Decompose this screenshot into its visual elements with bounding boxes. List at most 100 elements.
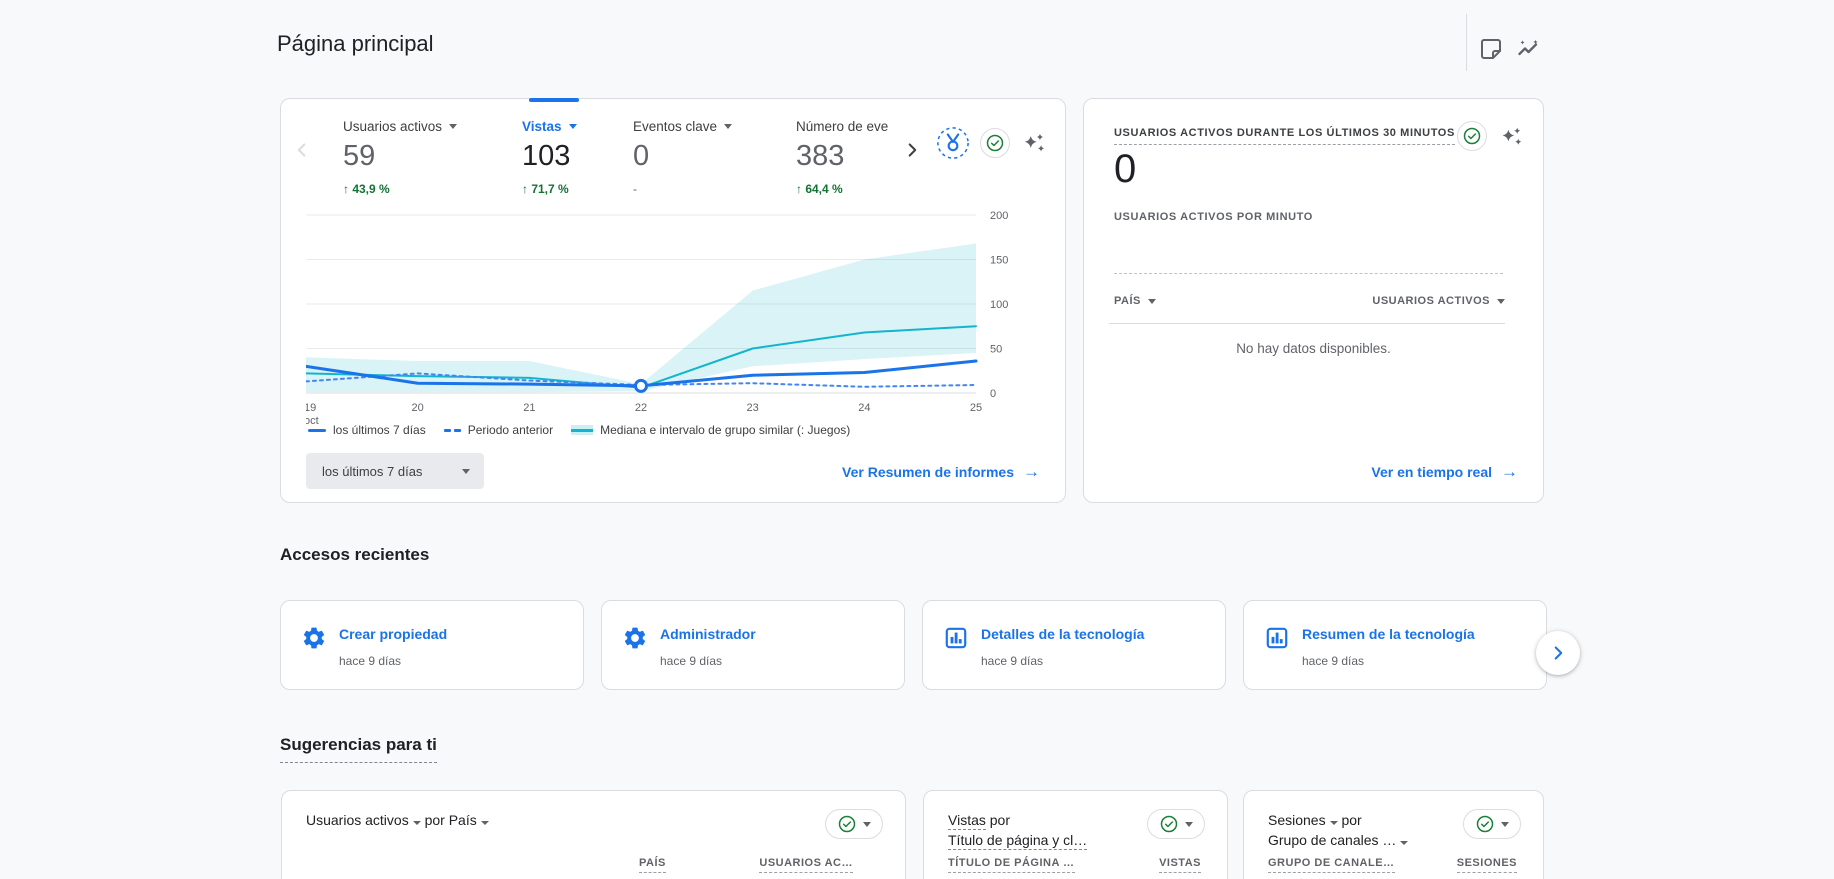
column-header[interactable]: PAÍS — [639, 857, 666, 873]
recent-card-title: Crear propiedad — [339, 626, 447, 642]
recent-card-title: Resumen de la tecnología — [1302, 626, 1475, 642]
view-realtime-link[interactable]: Ver en tiempo real — [1371, 462, 1518, 482]
metric-tab-numero-de-eventos[interactable]: Número de eve 383 ↑ 64,4 % — [796, 119, 888, 196]
data-quality-dropdown[interactable] — [1147, 809, 1205, 839]
scroll-metrics-left-button[interactable] — [289, 137, 315, 163]
chevron-down-icon — [1501, 822, 1509, 827]
suggestion-card-title: Vistas por Título de página y cl… — [948, 810, 1087, 850]
recent-cards-next-button[interactable] — [1536, 631, 1580, 675]
data-quality-check-icon[interactable] — [980, 128, 1010, 158]
chevron-right-icon — [1547, 642, 1569, 664]
recent-card-administrador[interactable]: Administrador hace 9 días — [601, 600, 905, 690]
metric-delta: ↑ 43,9 % — [343, 182, 457, 196]
selected-tab-indicator — [529, 98, 579, 102]
trend-line-chart: 05010015020019oct202122232425 — [306, 209, 1066, 425]
legend-label: Mediana e intervalo de grupo similar (: … — [600, 423, 850, 437]
insights-sparkle-icon[interactable] — [1497, 122, 1525, 150]
benchmark-medal-icon[interactable] — [935, 125, 971, 161]
svg-text:25: 25 — [970, 402, 982, 414]
metric-value: 0 — [633, 140, 732, 173]
insights-sparkle-icon[interactable] — [1019, 128, 1049, 158]
svg-text:50: 50 — [990, 344, 1002, 356]
scroll-metrics-right-button[interactable] — [899, 137, 925, 163]
insights-icon[interactable] — [1508, 29, 1548, 69]
recent-card-crear-propiedad[interactable]: Crear propiedad hace 9 días — [280, 600, 584, 690]
data-quality-dropdown[interactable] — [825, 809, 883, 839]
band-swatch — [571, 425, 593, 435]
column-label: USUARIOS ACTIVOS — [1372, 295, 1490, 307]
svg-text:20: 20 — [412, 402, 424, 414]
svg-text:150: 150 — [990, 255, 1008, 267]
chart-legend: los últimos 7 días Periodo anterior Medi… — [308, 423, 850, 437]
chevron-down-icon — [1330, 821, 1338, 825]
bar-chart-icon — [943, 625, 969, 656]
column-header[interactable]: TÍTULO DE PÁGINA … — [948, 857, 1075, 873]
metric-label: Usuarios activos — [343, 119, 442, 134]
country-column-header[interactable]: PAÍS — [1114, 295, 1156, 307]
recent-card-time: hace 9 días — [1302, 654, 1364, 668]
dimension-selector[interactable]: País — [449, 812, 489, 828]
legend-item-previous: Periodo anterior — [444, 423, 553, 437]
chevron-down-icon — [863, 822, 871, 827]
column-header[interactable]: VISTAS — [1159, 857, 1201, 873]
metric-label: Número de eve — [796, 119, 888, 134]
metric-tab-vistas[interactable]: Vistas 103 ↑ 71,7 % — [522, 119, 577, 196]
active-users-column-header[interactable]: USUARIOS ACTIVOS — [1372, 295, 1505, 307]
metric-selector[interactable]: Usuarios activos — [306, 812, 421, 828]
metric-delta: ↑ 71,7 % — [522, 182, 577, 196]
recent-card-detalles-tecnologia[interactable]: Detalles de la tecnología hace 9 días — [922, 600, 1226, 690]
data-quality-check-icon[interactable] — [1457, 121, 1487, 151]
metric-label: Eventos clave — [633, 119, 717, 134]
check-circle-icon — [1462, 126, 1482, 146]
legend-label: Periodo anterior — [468, 423, 553, 437]
metric-value: 103 — [522, 140, 577, 173]
chevron-down-icon — [569, 124, 577, 129]
date-range-selector[interactable]: los últimos 7 días — [306, 453, 484, 489]
column-header[interactable]: GRUPO DE CANALE… — [1268, 857, 1395, 873]
note-icon — [1479, 37, 1503, 61]
link-label: Ver en tiempo real — [1371, 464, 1492, 480]
chevron-down-icon — [1497, 299, 1505, 304]
realtime-title: USUARIOS ACTIVOS DURANTE LOS ÚLTIMOS 30 … — [1114, 127, 1455, 145]
chevron-down-icon — [413, 821, 421, 825]
dimension-selector[interactable]: Grupo de canales … — [1268, 832, 1408, 848]
check-circle-icon — [837, 814, 857, 834]
suggestion-card-title: Usuarios activos por País — [306, 810, 489, 830]
metric-selector[interactable]: Vistas — [948, 812, 986, 830]
recent-card-resumen-tecnologia[interactable]: Resumen de la tecnología hace 9 días — [1243, 600, 1547, 690]
chevron-down-icon — [1400, 841, 1408, 845]
metric-selector[interactable]: Sesiones — [1268, 812, 1338, 828]
metric-tab-usuarios-activos[interactable]: Usuarios activos 59 ↑ 43,9 % — [343, 119, 457, 196]
sparkle-icon — [1499, 124, 1524, 149]
benchmark-medal-icon — [936, 126, 970, 160]
column-header[interactable]: USUARIOS AC… — [759, 857, 853, 873]
overview-card: Usuarios activos 59 ↑ 43,9 % Vistas 103 … — [280, 98, 1066, 503]
legend-item-current: los últimos 7 días — [308, 423, 426, 437]
legend-item-benchmark: Mediana e intervalo de grupo similar (: … — [571, 423, 850, 437]
view-reports-snapshot-link[interactable]: Ver Resumen de informes — [842, 462, 1040, 482]
data-quality-dropdown[interactable] — [1463, 809, 1521, 839]
dimension-selector[interactable]: Título de página y cl… — [948, 832, 1087, 850]
recent-card-time: hace 9 días — [660, 654, 722, 668]
gear-icon — [301, 625, 327, 656]
metric-value: 59 — [343, 140, 457, 173]
metric-delta: - — [633, 182, 732, 196]
note-icon[interactable] — [1471, 29, 1511, 69]
chevron-down-icon — [481, 821, 489, 825]
column-label: PAÍS — [1114, 295, 1141, 307]
date-range-label: los últimos 7 días — [322, 464, 422, 479]
column-header[interactable]: SESIONES — [1457, 857, 1517, 873]
svg-text:23: 23 — [747, 402, 759, 414]
svg-text:21: 21 — [523, 402, 535, 414]
arrow-right-icon — [1501, 462, 1518, 482]
analytics-home-page: Página principal Usuarios activos 59 ↑ 4… — [0, 0, 1834, 879]
chevron-right-icon — [901, 139, 923, 161]
realtime-per-minute-label: USUARIOS ACTIVOS POR MINUTO — [1114, 211, 1313, 223]
legend-label: los últimos 7 días — [333, 423, 426, 437]
link-label: Ver Resumen de informes — [842, 464, 1014, 480]
table-divider — [1109, 323, 1505, 324]
metric-tab-eventos-clave[interactable]: Eventos clave 0 - — [633, 119, 732, 196]
svg-text:22: 22 — [635, 402, 647, 414]
recent-card-title: Administrador — [660, 626, 756, 642]
no-data-message: No hay datos disponibles. — [1084, 341, 1543, 356]
